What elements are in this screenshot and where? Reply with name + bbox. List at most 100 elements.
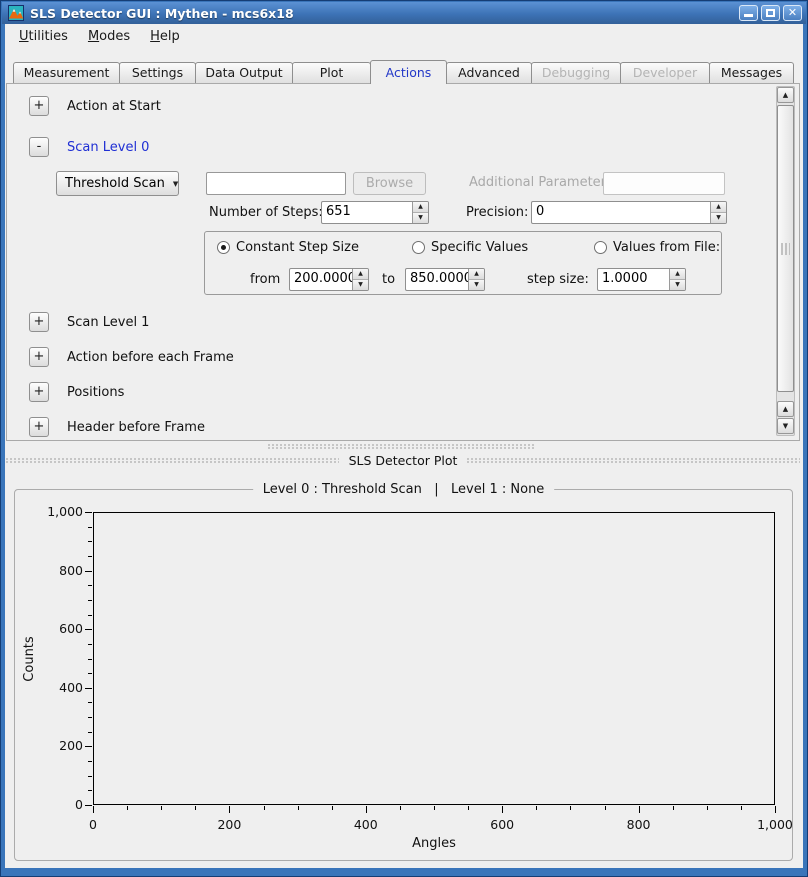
step-size-spinbox[interactable]: 1.0000 ▲ ▼ [597, 268, 686, 291]
minimize-button[interactable] [739, 5, 758, 21]
radio-constant-step-size[interactable] [217, 241, 230, 254]
spin-up-icon[interactable]: ▲ [353, 269, 368, 280]
to-label: to [382, 272, 395, 287]
vertical-scrollbar[interactable]: ▲ ▲ ▼ [776, 86, 795, 436]
y-axis-minor-tick [88, 644, 92, 645]
tab-plot[interactable]: Plot [292, 62, 371, 83]
spin-up-icon[interactable]: ▲ [413, 202, 428, 213]
y-axis-minor-tick [88, 527, 92, 528]
precision-label: Precision: [466, 205, 528, 220]
y-axis-tick-label: 600 [29, 621, 83, 636]
tab-debugging[interactable]: Debugging [531, 62, 621, 83]
x-axis-minor-tick [332, 806, 333, 810]
x-axis-minor-tick [127, 806, 128, 810]
y-axis-tick-label: 800 [29, 563, 83, 578]
x-axis-minor-tick [468, 806, 469, 810]
x-axis-minor-tick [195, 806, 196, 810]
splitter-handle[interactable] [268, 444, 534, 449]
x-axis-tick [229, 806, 230, 813]
plot-canvas[interactable] [93, 512, 775, 805]
scroll-up-button-2[interactable]: ▲ [777, 401, 794, 417]
y-axis-tick [85, 746, 92, 747]
expand-action-at-start-button[interactable]: + [29, 96, 49, 116]
x-axis-tick-label: 1,000 [745, 817, 805, 832]
tab-messages[interactable]: Messages [709, 62, 794, 83]
y-axis-minor-tick [88, 673, 92, 674]
plot-groupbox: Level 0 : Threshold Scan | Level 1 : Non… [14, 480, 793, 861]
x-axis-tick-label: 200 [199, 817, 259, 832]
tab-actions[interactable]: Actions [370, 60, 447, 84]
x-axis-label: Angles [374, 836, 494, 851]
spin-down-icon[interactable]: ▼ [469, 280, 484, 290]
radio-values-from-file[interactable] [594, 241, 607, 254]
x-axis-tick-label: 800 [609, 817, 669, 832]
spin-down-icon[interactable]: ▼ [711, 213, 726, 223]
spin-down-icon[interactable]: ▼ [413, 213, 428, 223]
menubar: Utilities Modes Help [11, 25, 188, 48]
section-action-before-each-frame: Action before each Frame [67, 350, 234, 365]
expand-action-before-each-frame-button[interactable]: + [29, 347, 49, 367]
tab-measurement[interactable]: Measurement [13, 62, 120, 83]
number-of-steps-spinbox[interactable]: 651 ▲ ▼ [321, 201, 429, 224]
tab-settings[interactable]: Settings [119, 62, 196, 83]
from-spinbox[interactable]: 200.0000 ▲ ▼ [289, 268, 369, 291]
expand-positions-button[interactable]: + [29, 382, 49, 402]
scroll-up-button[interactable]: ▲ [777, 87, 794, 103]
menu-modes[interactable]: Modes [80, 27, 138, 46]
x-axis-tick-label: 0 [63, 817, 123, 832]
collapse-scan-level-0-button[interactable]: - [29, 137, 49, 157]
y-axis-tick [85, 688, 92, 689]
radio-specific-values[interactable] [412, 241, 425, 254]
y-axis-tick [85, 571, 92, 572]
number-of-steps-value[interactable]: 651 [322, 202, 412, 223]
script-file-input[interactable] [206, 172, 346, 195]
precision-value[interactable]: 0 [532, 202, 710, 223]
x-axis-tick [502, 806, 503, 813]
spin-up-icon[interactable]: ▲ [711, 202, 726, 213]
x-axis-tick [775, 806, 776, 813]
menu-utilities[interactable]: Utilities [11, 27, 76, 46]
scan-mode-select[interactable]: Threshold Scan ▼ [56, 171, 179, 196]
y-axis-minor-tick [88, 615, 92, 616]
from-value[interactable]: 200.0000 [290, 269, 352, 290]
x-axis-minor-tick [570, 806, 571, 810]
y-axis-minor-tick [88, 600, 92, 601]
maximize-button[interactable] [761, 5, 780, 21]
step-mode-groupbox: Constant Step Size Specific Values Value… [204, 231, 722, 295]
to-value[interactable]: 850.0000 [406, 269, 468, 290]
step-size-value[interactable]: 1.0000 [598, 269, 669, 290]
spin-up-icon[interactable]: ▲ [469, 269, 484, 280]
to-spinbox[interactable]: 850.0000 ▲ ▼ [405, 268, 485, 291]
from-label: from [250, 272, 280, 287]
x-axis-minor-tick [298, 806, 299, 810]
x-axis-minor-tick [707, 806, 708, 810]
y-axis-tick [85, 629, 92, 630]
x-axis-tick [93, 806, 94, 813]
tab-developer[interactable]: Developer [620, 62, 710, 83]
titlebar[interactable]: SLS Detector GUI : Mythen - mcs6x18 ✕ [2, 2, 806, 24]
spin-down-icon[interactable]: ▼ [670, 280, 685, 290]
y-axis-minor-tick [88, 717, 92, 718]
radio-specific-values-label: Specific Values [431, 240, 528, 255]
scrollbar-grip-icon [781, 243, 790, 255]
expand-header-before-frame-button[interactable]: + [29, 417, 49, 437]
tab-advanced[interactable]: Advanced [446, 62, 532, 83]
tab-data-output[interactable]: Data Output [195, 62, 293, 83]
additional-parameter-input[interactable] [603, 172, 725, 195]
plot-dock-titlebar[interactable]: SLS Detector Plot [6, 452, 800, 468]
x-axis-minor-tick [605, 806, 606, 810]
menu-help[interactable]: Help [142, 27, 188, 46]
radio-values-from-file-label: Values from File: [613, 240, 720, 255]
y-axis-minor-tick [88, 761, 92, 762]
scrollbar-thumb[interactable] [777, 105, 794, 392]
section-scan-level-1: Scan Level 1 [67, 315, 149, 330]
spin-up-icon[interactable]: ▲ [670, 269, 685, 280]
client-area: Utilities Modes Help Measurement Setting… [5, 24, 803, 868]
x-axis-minor-tick [264, 806, 265, 810]
scroll-down-button[interactable]: ▼ [777, 418, 794, 434]
browse-button[interactable]: Browse [353, 172, 426, 195]
close-button[interactable]: ✕ [783, 5, 802, 21]
expand-scan-level-1-button[interactable]: + [29, 312, 49, 332]
precision-spinbox[interactable]: 0 ▲ ▼ [531, 201, 727, 224]
spin-down-icon[interactable]: ▼ [353, 280, 368, 290]
